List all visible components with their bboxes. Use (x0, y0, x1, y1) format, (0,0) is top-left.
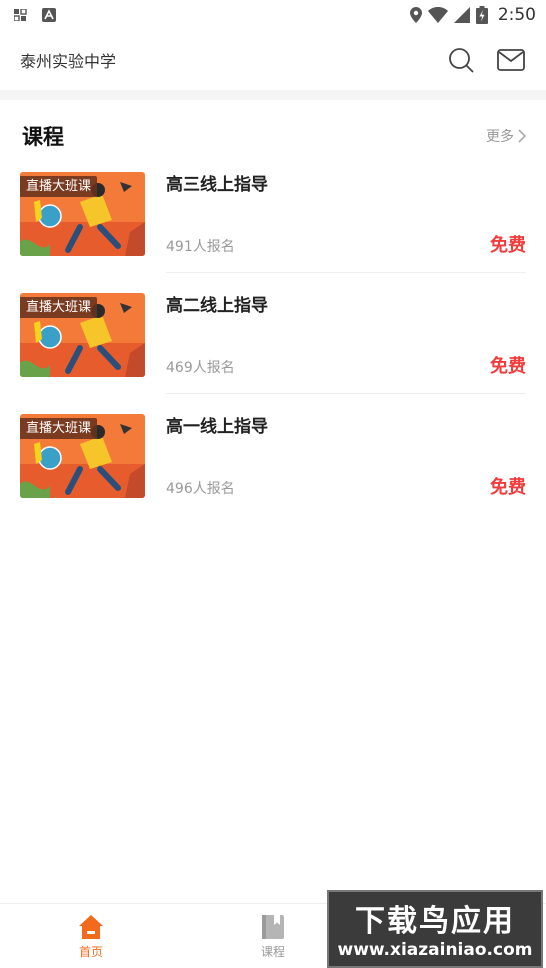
section-header: 课程 更多 (0, 118, 546, 154)
search-icon (449, 48, 474, 73)
header-actions (446, 45, 526, 75)
message-button[interactable] (496, 45, 526, 75)
section-title: 课程 (22, 125, 64, 149)
course-info: 高三线上指导 491人报名 免费 (166, 170, 526, 270)
status-time: 2:50 (497, 5, 536, 25)
course-badge: 直播大班课 (20, 297, 98, 318)
notification-a-icon (42, 8, 56, 22)
course-enrolled-count: 469人报名 (166, 360, 235, 376)
course-item[interactable]: 直播大班课 高二线上指导 469人报名 免费 (20, 291, 526, 412)
status-right: 2:50 (409, 5, 536, 25)
course-item[interactable]: 直播大班课 高三线上指导 491人报名 免费 (20, 170, 526, 291)
tab-home-label: 首页 (78, 945, 103, 959)
status-left (14, 8, 56, 22)
course-title: 高一线上指导 (166, 417, 268, 437)
course-list: 直播大班课 高三线上指导 491人报名 免费 直播大班课 高二线上指导 469人… (20, 170, 526, 533)
course-item[interactable]: 直播大班课 高一线上指导 496人报名 免费 (20, 412, 526, 533)
course-title: 高三线上指导 (166, 175, 268, 195)
course-price: 免费 (490, 477, 526, 498)
course-badge: 直播大班课 (20, 176, 98, 197)
book-icon (262, 915, 284, 939)
search-button[interactable] (446, 45, 476, 75)
header-divider (0, 90, 546, 100)
course-enrolled-count: 496人报名 (166, 481, 235, 497)
battery-icon (475, 6, 488, 24)
home-icon (79, 915, 103, 939)
course-info: 高一线上指导 496人报名 免费 (166, 412, 526, 512)
page-title: 泰州实验中学 (20, 52, 117, 71)
course-enrolled-count: 491人报名 (166, 239, 235, 255)
wifi-icon (427, 7, 448, 23)
course-info: 高二线上指导 469人报名 免费 (166, 291, 526, 391)
tab-courses-label: 课程 (260, 945, 285, 959)
course-badge: 直播大班课 (20, 418, 98, 439)
status-bar: 2:50 (0, 0, 546, 30)
mail-icon (497, 49, 525, 71)
course-price: 免费 (490, 356, 526, 377)
course-thumbnail: 直播大班课 (20, 293, 145, 377)
location-icon (409, 7, 422, 23)
course-price: 免费 (490, 235, 526, 256)
watermark-url: www.xiazainiao.com (337, 940, 533, 960)
item-divider (166, 272, 526, 273)
app-header: 泰州实验中学 (0, 30, 546, 90)
notification-grid-icon (14, 9, 27, 21)
cell-signal-icon (453, 7, 470, 23)
watermark-logo: 下载鸟应用 www.xiazainiao.com (327, 890, 543, 968)
course-thumbnail: 直播大班课 (20, 414, 145, 498)
course-title: 高二线上指导 (166, 296, 268, 316)
tab-home[interactable]: 首页 (0, 904, 182, 968)
course-thumbnail: 直播大班课 (20, 172, 145, 256)
more-link[interactable]: 更多 (486, 126, 526, 146)
item-divider (166, 393, 526, 394)
watermark-text: 下载鸟应用 (355, 904, 515, 939)
more-label: 更多 (486, 129, 514, 145)
chevron-right-icon (518, 129, 526, 143)
